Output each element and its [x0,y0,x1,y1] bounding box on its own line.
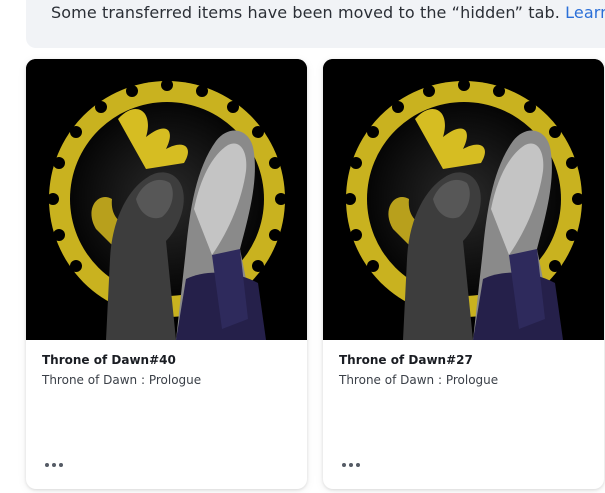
throne-of-dawn-artwork [323,59,604,340]
more-horizontal-icon-dot [349,463,353,467]
notice-text: Some transferred items have been moved t… [51,3,605,22]
nft-image[interactable] [26,59,307,340]
page: Some transferred items have been moved t… [0,0,605,493]
nft-card[interactable]: Throne of Dawn#40 Throne of Dawn : Prolo… [26,59,307,489]
learn-more-link[interactable]: Learn more [565,3,605,22]
notice-message: Some transferred items have been moved t… [51,3,560,22]
more-options-button[interactable] [337,457,365,473]
nft-title[interactable]: Throne of Dawn#27 [339,353,473,367]
more-options-button[interactable] [40,457,68,473]
more-horizontal-icon-dot [356,463,360,467]
more-horizontal-icon [342,463,346,467]
nft-image[interactable] [323,59,604,340]
more-horizontal-icon [45,463,49,467]
nft-card[interactable]: Throne of Dawn#27 Throne of Dawn : Prolo… [323,59,604,489]
nft-collection-name[interactable]: Throne of Dawn : Prologue [42,373,201,387]
more-horizontal-icon-dot [52,463,56,467]
hidden-items-notice: Some transferred items have been moved t… [26,0,605,48]
throne-of-dawn-artwork [26,59,307,340]
nft-collection-name[interactable]: Throne of Dawn : Prologue [339,373,498,387]
nft-title[interactable]: Throne of Dawn#40 [42,353,176,367]
more-horizontal-icon-dot [59,463,63,467]
